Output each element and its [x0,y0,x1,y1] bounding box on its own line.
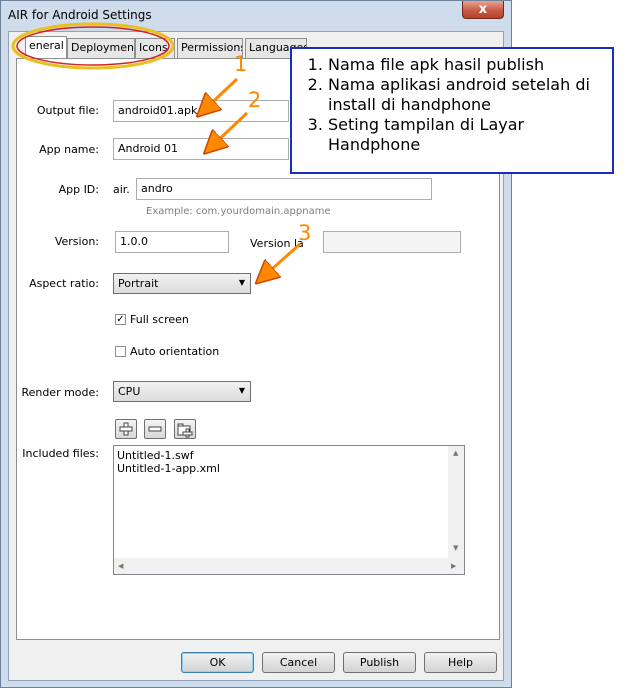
scroll-left-icon: ◀ [118,562,124,570]
app-id-prefix: air. [113,183,130,196]
output-file-label: Output file: [36,104,99,117]
scroll-up-icon: ▲ [453,449,459,457]
aspect-ratio-label: Aspect ratio: [29,277,99,290]
included-files-label: Included files: [22,447,99,460]
render-mode-value: CPU [118,385,141,398]
list-item[interactable]: Untitled-1-app.xml [117,462,220,475]
app-id-label: App ID: [58,183,99,196]
auto-orientation-checkbox[interactable] [115,346,126,357]
app-id-field[interactable]: andro [136,178,432,200]
tab-general[interactable]: eneral [25,36,67,59]
app-name-field[interactable]: Android 01 [113,138,289,160]
annotation-item: Nama file apk hasil publish [328,55,612,75]
chevron-down-icon: ▼ [238,386,245,395]
output-file-field[interactable]: android01.apk [113,100,289,122]
chevron-down-icon: ▼ [238,278,245,287]
app-id-hint: Example: com.yourdomain.appname [146,206,331,217]
add-folder-button[interactable] [174,419,196,439]
annotation-box: Nama file apk hasil publish Nama aplikas… [290,47,614,174]
included-files-list[interactable]: Untitled-1.swf Untitled-1-app.xml ▲ ▼ ◀ … [113,445,465,575]
annotation-item: Seting tampilan di Layar Handphone [328,115,612,155]
marker-1: 1 [234,52,248,76]
version-field[interactable]: 1.0.0 [115,231,229,253]
marker-3: 3 [298,221,312,245]
full-screen-label: Full screen [130,313,189,326]
remove-file-button[interactable] [144,419,166,439]
title-bar[interactable]: AIR for Android Settings [1,1,511,31]
list-item[interactable]: Untitled-1.swf [117,449,194,462]
version-label-field[interactable] [323,231,461,253]
publish-button[interactable]: Publish [343,652,416,673]
vertical-scrollbar[interactable]: ▲ ▼ [448,446,464,558]
cancel-button[interactable]: Cancel [262,652,335,673]
marker-2: 2 [248,88,262,112]
help-button[interactable]: Help [424,652,497,673]
ok-button[interactable]: OK [181,652,254,673]
tab-icons[interactable]: Icons [135,38,175,58]
minus-icon [148,426,162,432]
full-screen-checkbox[interactable]: ✓ [115,314,126,325]
version-label: Version: [54,235,99,248]
aspect-ratio-select[interactable]: Portrait ▼ [113,273,251,294]
auto-orientation-label: Auto orientation [130,345,220,358]
plus-icon [119,422,133,436]
add-file-button[interactable] [115,419,137,439]
annotation-item: Nama aplikasi android setelah di install… [328,75,612,115]
add-folder-icon [177,423,193,438]
version-label-label: Version la [250,237,304,250]
close-icon: x [478,2,488,17]
window-title: AIR for Android Settings [8,8,152,22]
app-name-label: App name: [39,143,99,156]
scroll-down-icon: ▼ [453,544,459,552]
horizontal-scrollbar[interactable]: ◀ ▶ [114,558,464,574]
render-mode-select[interactable]: CPU ▼ [113,381,251,402]
close-button[interactable]: x [462,1,504,19]
aspect-ratio-value: Portrait [118,277,159,290]
scroll-right-icon: ▶ [451,562,457,570]
tab-deployment[interactable]: Deployment [67,38,135,58]
annotation-list: Nama file apk hasil publish Nama aplikas… [292,55,612,155]
render-mode-label: Render mode: [21,386,99,399]
